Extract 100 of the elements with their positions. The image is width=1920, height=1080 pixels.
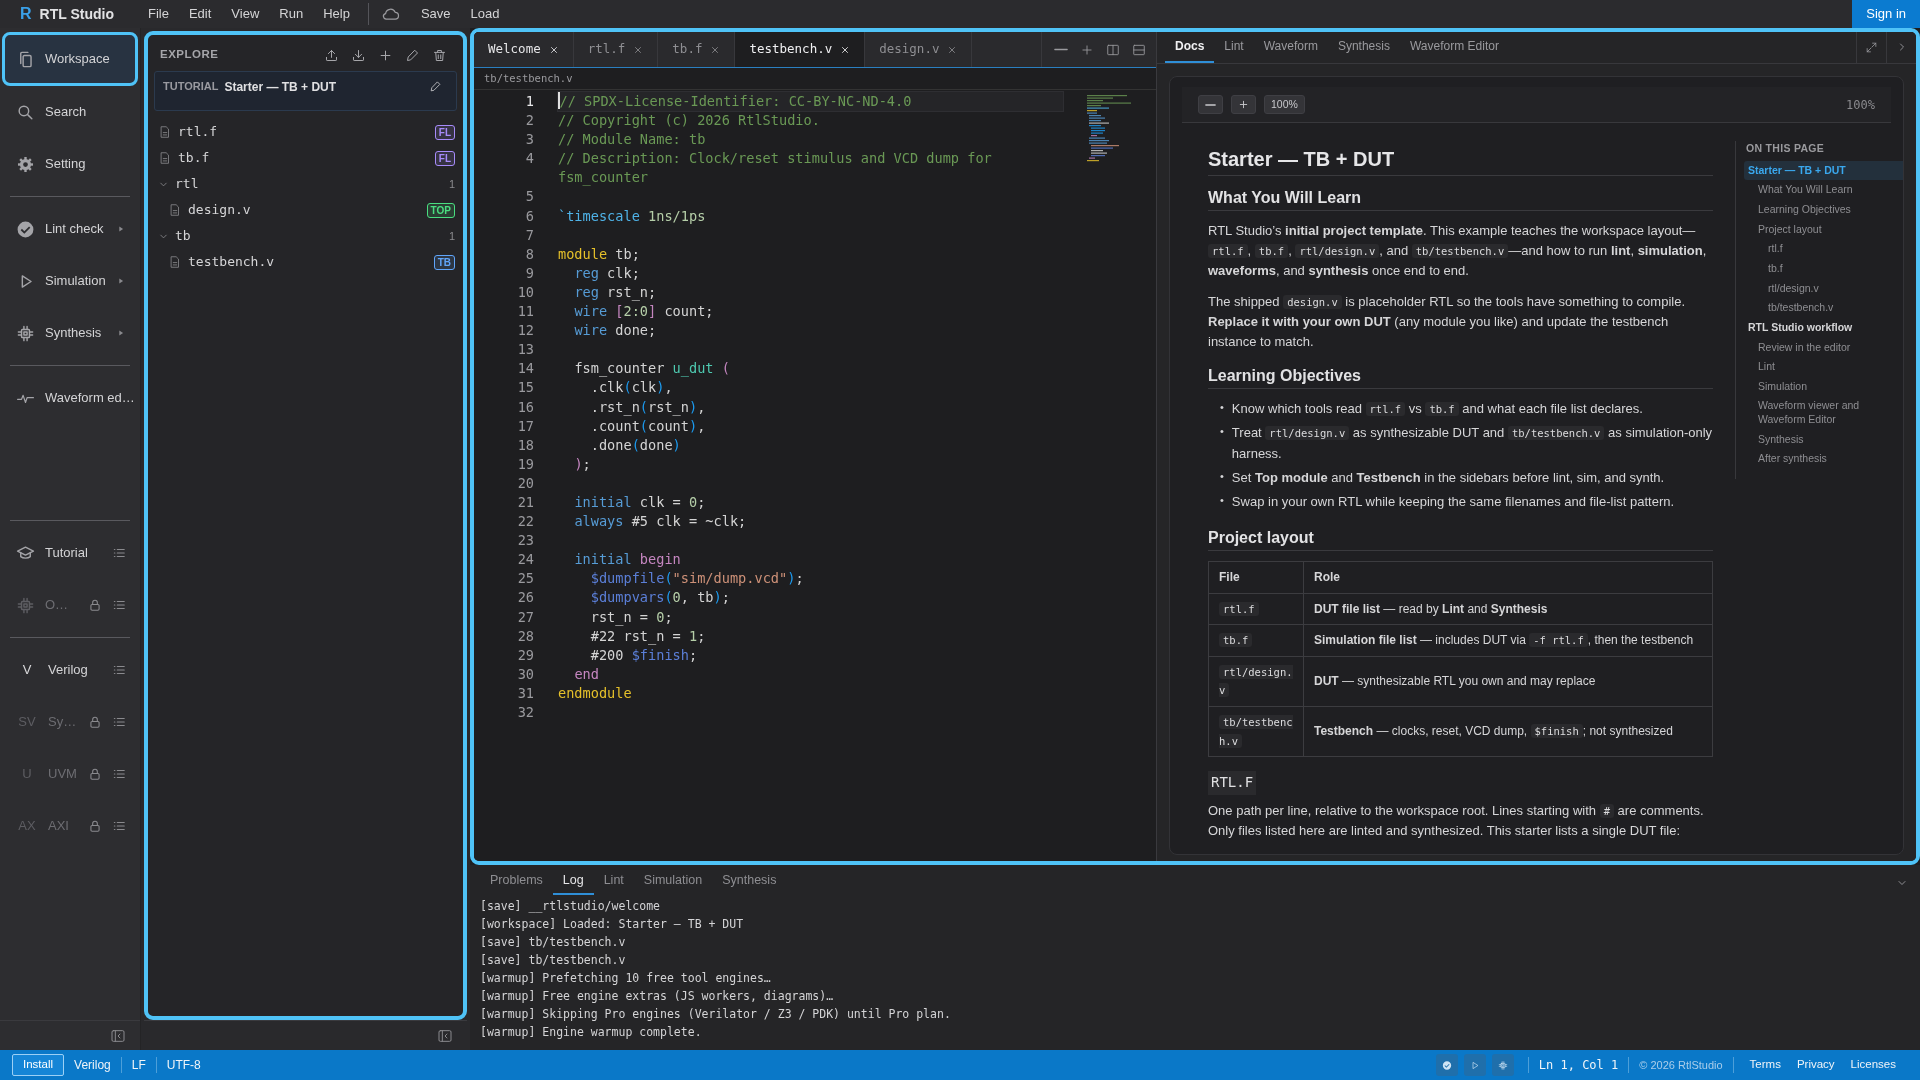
toc-link[interactable]: Project layout	[1754, 219, 1903, 240]
trash-icon	[432, 47, 447, 63]
pencil-icon	[405, 47, 420, 63]
paragraph: One path per line, relative to the workspace root. Lines starting with # are comments. Only files listed here are linted and synthesized. This starter lists a single DUT file:	[1208, 801, 1705, 841]
toc-link[interactable]: After synthesis	[1754, 449, 1903, 469]
panel-tab[interactable]: Log	[552, 867, 594, 895]
toc-link[interactable]: RTL Studio workflow	[1744, 317, 1903, 338]
code-line: reg clk;	[573, 263, 641, 283]
lint-status-button[interactable]	[1435, 1054, 1458, 1076]
menu-item[interactable]: Load	[460, 2, 510, 26]
table-header: File	[1208, 561, 1304, 594]
lock-icon	[88, 819, 102, 833]
toc-link[interactable]: tb/testbench.v	[1764, 298, 1903, 318]
sidebar-item[interactable]: Tutorial	[2, 527, 138, 579]
code-line: #22 rst_n = 1;	[589, 626, 707, 646]
code-line: wire done;	[573, 321, 658, 341]
table-cell: Testbench — clocks, reset, VCD dump, $finish ; not synthesized	[1303, 706, 1713, 757]
list-icon	[112, 546, 126, 560]
toc-link[interactable]: Simulation	[1754, 376, 1903, 397]
panel-tab[interactable]: Waveform	[1253, 32, 1328, 63]
menu-item[interactable]: View	[221, 2, 270, 26]
toc-link[interactable]: Waveform viewer and Waveform Editor	[1754, 396, 1903, 430]
table-cell: DUT — synthesizable RTL you own and may replace	[1303, 656, 1713, 707]
tree-node[interactable]: rtl.f FL	[154, 119, 457, 145]
line-number: 27	[516, 607, 535, 627]
code-heading: RTL.F	[1208, 771, 1257, 795]
menu-item[interactable]: Help	[313, 2, 360, 26]
editor-tab[interactable]: testbench.v	[735, 32, 866, 67]
sidebar-item[interactable]: Workspace	[2, 32, 138, 86]
tree-node[interactable]: tb.f FL	[154, 145, 457, 171]
zoom-in-button[interactable]	[1231, 95, 1256, 114]
panel-title: EXPLORE	[160, 47, 220, 63]
toc-link[interactable]: What You Will Learn	[1754, 180, 1903, 201]
badge-icon: V	[16, 660, 38, 680]
sidebar-item[interactable]: Setting	[2, 138, 138, 190]
tree-folder[interactable]: tb 1	[154, 223, 457, 249]
code-line: );	[573, 454, 592, 474]
zoom-reset-button[interactable]: 100%	[1264, 95, 1305, 114]
tutorial-name: Starter — TB + DUT	[224, 79, 338, 96]
synthesis-button[interactable]	[1491, 1054, 1514, 1076]
toc-link[interactable]: Starter — TB + DUT	[1744, 160, 1903, 181]
toc-link[interactable]: Learning Objectives	[1754, 200, 1903, 220]
item-count: 1	[448, 176, 455, 192]
footer-link[interactable]: Privacy	[1788, 1056, 1843, 1074]
menu-item[interactable]: Save	[410, 2, 461, 26]
footer-link[interactable]: Licenses	[1842, 1056, 1904, 1074]
split-columns-icon	[1106, 42, 1120, 57]
panel-tab[interactable]: Simulation	[633, 867, 713, 895]
status-item: Verilog	[73, 1057, 112, 1074]
menu-item[interactable]: File	[137, 2, 179, 26]
toc-link[interactable]: Review in the editor	[1754, 337, 1903, 358]
minus-icon	[1205, 103, 1216, 106]
panel-tab[interactable]: Docs	[1165, 32, 1215, 63]
toc-link[interactable]: tb.f	[1764, 258, 1903, 279]
menu-item[interactable]: Edit	[178, 2, 222, 26]
line-number: 29	[516, 645, 535, 665]
editor-tab[interactable]: Welcome	[474, 32, 574, 67]
sidebar-item[interactable]: Search	[2, 86, 138, 138]
sidebar-item[interactable]: Simulation	[2, 255, 138, 307]
sign-in-button[interactable]: Sign in	[1852, 0, 1920, 28]
file-tag: FL	[434, 124, 455, 140]
sidebar-item[interactable]: Synthesis	[2, 307, 138, 359]
sidebar-item[interactable]: V Verilog	[2, 644, 138, 696]
menu-item[interactable]: Run	[269, 2, 314, 26]
panel-tab[interactable]: Waveform Editor	[1399, 32, 1509, 63]
code-line: module tb;	[558, 244, 641, 264]
panel-tab[interactable]: Synthesis	[712, 867, 787, 895]
sidebar-item[interactable]: Lint check	[2, 203, 138, 255]
panel-tab[interactable]: Lint	[593, 867, 634, 895]
section-heading: Learning Objectives	[1208, 362, 1713, 390]
line-number: 9	[524, 263, 535, 283]
zoom-out-button[interactable]	[1198, 95, 1223, 114]
tree-folder[interactable]: rtl 1	[154, 171, 457, 197]
install-button[interactable]: Install	[12, 1054, 65, 1076]
line-number: 12	[516, 321, 535, 341]
toc-link[interactable]: Synthesis	[1754, 429, 1903, 450]
tree-node[interactable]: design.v TOP	[154, 197, 457, 223]
list-item: Know which tools read rtl.f vs tb.f and what each file list declares.	[1231, 400, 1643, 419]
file-icon	[168, 203, 182, 217]
chip-icon	[16, 323, 35, 343]
line-number: 24	[516, 550, 535, 570]
zoom-level: 100%	[1846, 96, 1875, 114]
code-line: // Description: Clock/reset stimulus and VCD dump for fsm_counter	[558, 149, 993, 188]
close-icon	[710, 44, 721, 55]
table-cell: rtl.f	[1208, 593, 1304, 625]
toc-link[interactable]: Lint	[1754, 357, 1903, 377]
tree-node[interactable]: testbench.v TB	[154, 249, 457, 275]
panel-tab[interactable]: Lint	[1214, 32, 1254, 63]
copyright: © 2026 RtlStudio	[1638, 1057, 1724, 1073]
list-icon	[112, 598, 126, 612]
code-line: reg rst_n;	[573, 282, 658, 303]
footer-link[interactable]: Terms	[1741, 1056, 1789, 1074]
panel-tab[interactable]: Problems	[480, 867, 553, 895]
log-line: [warmup] Engine warmup complete.	[480, 1024, 703, 1041]
list-item: Set Top module and Testbench in the sidebars before lint, sim, and synth.	[1231, 468, 1665, 487]
logo-mark: R	[20, 4, 32, 24]
toc-link[interactable]: rtl/design.v	[1764, 278, 1903, 299]
panel-tab[interactable]: Synthesis	[1327, 32, 1400, 63]
code-line: .done(done)	[589, 435, 682, 455]
toc-link[interactable]: rtl.f	[1764, 239, 1903, 259]
